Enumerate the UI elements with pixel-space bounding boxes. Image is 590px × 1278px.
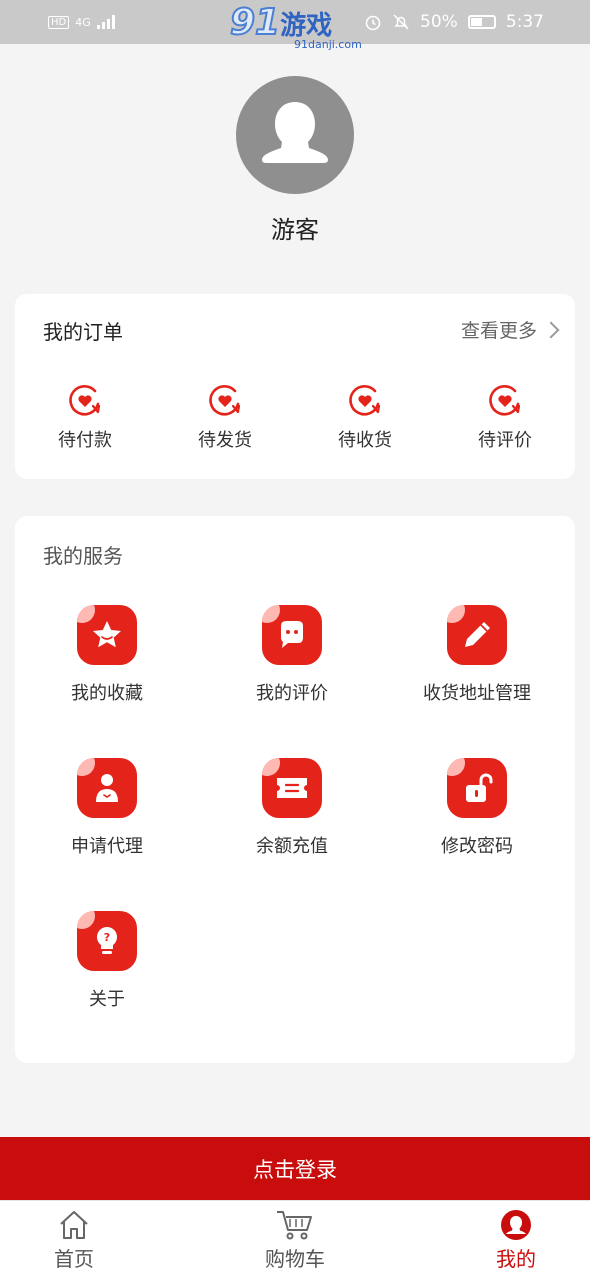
service-label: 关于 (89, 989, 125, 1010)
heart-refresh-icon (489, 384, 521, 416)
chevron-right-icon (542, 321, 560, 338)
clock: 5:37 (505, 12, 544, 32)
heart-refresh-icon (69, 384, 101, 416)
status-right: 50% 5:37 (364, 12, 544, 32)
svg-text:?: ? (104, 931, 110, 944)
service-label: 我的评价 (256, 683, 328, 704)
service-balance-recharge[interactable]: 余额充值 (200, 758, 384, 858)
username: 游客 (271, 216, 319, 244)
order-item-label: 待收货 (338, 430, 392, 451)
ticket-icon (277, 778, 307, 798)
service-icon-tile (447, 758, 507, 818)
service-label: 申请代理 (71, 836, 143, 857)
view-more-orders-link[interactable]: 查看更多 (460, 316, 560, 343)
service-icon-tile (77, 758, 137, 818)
order-pending-review[interactable]: 待评价 (445, 382, 565, 452)
watermark-number: 91 (229, 1, 281, 44)
service-icon-tile (262, 605, 322, 665)
order-item-label: 待付款 (58, 430, 112, 451)
service-reviews[interactable]: 我的评价 (200, 605, 384, 705)
service-favorites[interactable]: 我的收藏 (15, 605, 199, 705)
service-label: 修改密码 (441, 836, 513, 857)
order-pending-shipment[interactable]: 待发货 (165, 382, 285, 452)
battery-percent: 50% (420, 12, 458, 32)
tab-label: 我的 (496, 1247, 536, 1271)
alarm-icon (365, 15, 381, 31)
service-change-password[interactable]: 修改密码 (385, 758, 569, 858)
lightbulb-icon: ? (97, 927, 117, 954)
tab-label: 购物车 (265, 1247, 325, 1271)
hd-indicator: HD (48, 15, 70, 29)
service-label: 收货地址管理 (423, 683, 531, 704)
view-more-label: 查看更多 (460, 320, 537, 342)
service-label: 余额充值 (256, 836, 328, 857)
tab-label: 首页 (54, 1247, 94, 1271)
order-item-label: 待评价 (478, 430, 532, 451)
service-label: 我的收藏 (71, 683, 143, 704)
watermark-site: 91danji.com (294, 38, 362, 51)
tab-home[interactable]: 首页 (14, 1209, 134, 1272)
tab-cart[interactable]: 购物车 (235, 1209, 355, 1272)
order-pending-payment[interactable]: 待付款 (25, 382, 145, 452)
cart-icon (277, 1211, 312, 1240)
pencil-icon (465, 622, 490, 647)
heart-refresh-icon (209, 384, 241, 416)
order-item-label: 待发货 (198, 430, 252, 451)
star-icon (93, 621, 121, 648)
order-pending-receipt[interactable]: 待收货 (305, 382, 425, 452)
tab-mine[interactable]: 我的 (456, 1209, 576, 1272)
network-indicator: 4G (75, 15, 91, 29)
watermark-logo: 91 游戏 91danji.com (229, 1, 362, 51)
profile-icon (501, 1210, 531, 1240)
heart-refresh-icon (349, 384, 381, 416)
service-icon-tile (262, 758, 322, 818)
orders-card: 我的订单 查看更多 待付款 待发货 待收货 待评价 (15, 294, 575, 479)
chat-bubble-icon (281, 621, 303, 648)
service-apply-agent[interactable]: 申请代理 (15, 758, 199, 858)
service-icon-tile (77, 605, 137, 665)
services-card: 我的服务 我的收藏 我的评价 收货地址管理 申请代理 余额充值 修改密码 ? 关… (15, 516, 575, 1063)
home-icon (60, 1211, 88, 1239)
service-icon-tile (447, 605, 507, 665)
signal-icon (96, 15, 115, 29)
services-title: 我的服务 (43, 544, 123, 568)
battery-icon (467, 15, 496, 29)
login-button[interactable]: 点击登录 (0, 1137, 590, 1200)
mute-icon (393, 14, 409, 30)
bottom-tab-bar: 首页 购物车 我的 (0, 1200, 590, 1278)
service-about[interactable]: ? 关于 (15, 911, 199, 1011)
service-address-management[interactable]: 收货地址管理 (385, 605, 569, 705)
default-avatar-icon (262, 102, 328, 163)
orders-title: 我的订单 (43, 320, 123, 344)
status-left: HD 4G (48, 15, 115, 29)
service-icon-tile: ? (77, 911, 137, 971)
avatar[interactable] (236, 76, 354, 194)
unlock-icon (466, 773, 493, 802)
watermark-name: 游戏 (280, 11, 333, 41)
person-icon (96, 774, 118, 802)
